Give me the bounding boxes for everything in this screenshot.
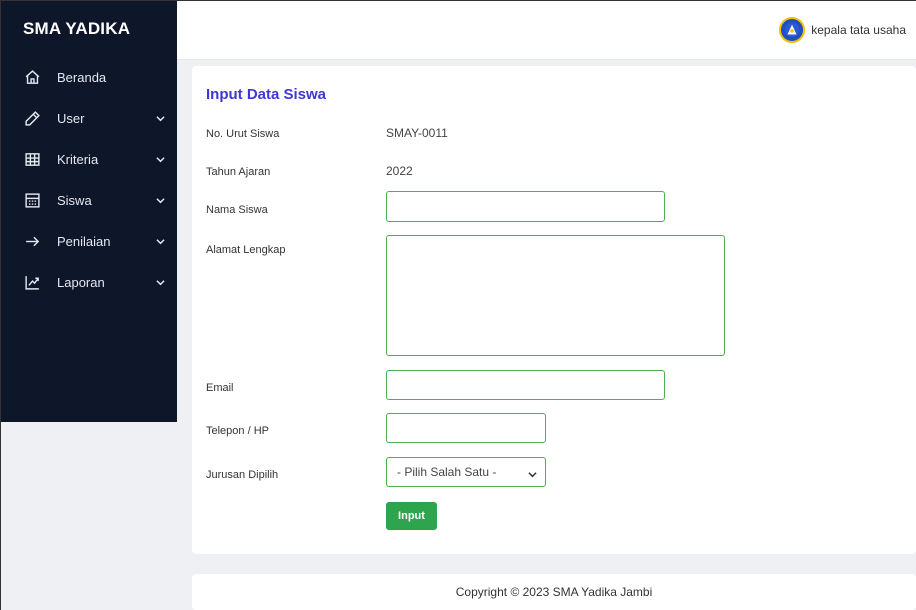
user-menu[interactable]: kepala tata usaha bbox=[779, 17, 906, 43]
chevron-down-icon bbox=[155, 237, 165, 247]
alamat-label: Alamat Lengkap bbox=[206, 244, 286, 256]
form-title: Input Data Siswa bbox=[206, 86, 327, 103]
telepon-input[interactable] bbox=[386, 413, 546, 443]
home-icon bbox=[23, 69, 41, 87]
input-form-card: Input Data Siswa No. Urut Siswa SMAY-001… bbox=[192, 66, 916, 554]
main-content: Input Data Siswa No. Urut Siswa SMAY-001… bbox=[177, 60, 916, 610]
tahun-ajaran-value: 2022 bbox=[386, 164, 413, 178]
chevron-down-icon bbox=[155, 278, 165, 288]
sidebar-nav: Beranda User Kriteria Siswa Penilaian La… bbox=[1, 57, 177, 303]
sidebar-item-user[interactable]: User bbox=[1, 98, 177, 139]
sidebar-item-siswa[interactable]: Siswa bbox=[1, 180, 177, 221]
chevron-down-icon bbox=[155, 155, 165, 165]
school-logo-avatar bbox=[779, 17, 806, 43]
sidebar-item-label: Beranda bbox=[57, 70, 107, 85]
tahun-ajaran-label: Tahun Ajaran bbox=[206, 166, 271, 178]
table-icon bbox=[23, 151, 41, 169]
input-submit-button[interactable]: Input bbox=[386, 502, 437, 530]
no-urut-label: No. Urut Siswa bbox=[206, 128, 280, 140]
pencil-icon bbox=[23, 110, 41, 128]
sidebar-empty-area bbox=[1, 422, 177, 610]
sidebar-item-beranda[interactable]: Beranda bbox=[1, 57, 177, 98]
calculator-icon bbox=[23, 192, 41, 210]
sidebar: SMA YADIKA Beranda User Kriteria Siswa P… bbox=[1, 1, 177, 422]
sidebar-item-label: Siswa bbox=[57, 193, 92, 208]
user-name: kepala tata usaha bbox=[811, 23, 906, 37]
arrow-right-icon bbox=[23, 233, 41, 251]
sidebar-item-laporan[interactable]: Laporan bbox=[1, 262, 177, 303]
nama-siswa-label: Nama Siswa bbox=[206, 204, 268, 216]
nama-siswa-input[interactable] bbox=[386, 191, 665, 222]
jurusan-select[interactable]: - Pilih Salah Satu - bbox=[386, 457, 546, 487]
sidebar-item-label: Laporan bbox=[57, 275, 105, 290]
jurusan-selected-value: - Pilih Salah Satu - bbox=[397, 465, 497, 479]
alamat-textarea[interactable] bbox=[386, 235, 725, 356]
sidebar-item-label: Penilaian bbox=[57, 234, 111, 249]
chevron-down-icon bbox=[155, 114, 165, 124]
sidebar-item-label: Kriteria bbox=[57, 152, 99, 167]
brand-title: SMA YADIKA bbox=[23, 19, 131, 38]
topbar: kepala tata usaha bbox=[177, 1, 916, 60]
sidebar-item-label: User bbox=[57, 111, 85, 126]
telepon-label: Telepon / HP bbox=[206, 425, 269, 437]
footer: Copyright © 2023 SMA Yadika Jambi bbox=[192, 574, 916, 610]
no-urut-value: SMAY-0011 bbox=[386, 126, 448, 140]
email-label: Email bbox=[206, 382, 234, 394]
chart-line-icon bbox=[23, 274, 41, 292]
email-input[interactable] bbox=[386, 370, 665, 400]
copyright-text: Copyright © 2023 SMA Yadika Jambi bbox=[455, 585, 653, 599]
sidebar-item-penilaian[interactable]: Penilaian bbox=[1, 221, 177, 262]
sidebar-item-kriteria[interactable]: Kriteria bbox=[1, 139, 177, 180]
jurusan-label: Jurusan Dipilih bbox=[206, 469, 279, 481]
chevron-down-icon bbox=[528, 468, 537, 482]
chevron-down-icon bbox=[155, 196, 165, 206]
